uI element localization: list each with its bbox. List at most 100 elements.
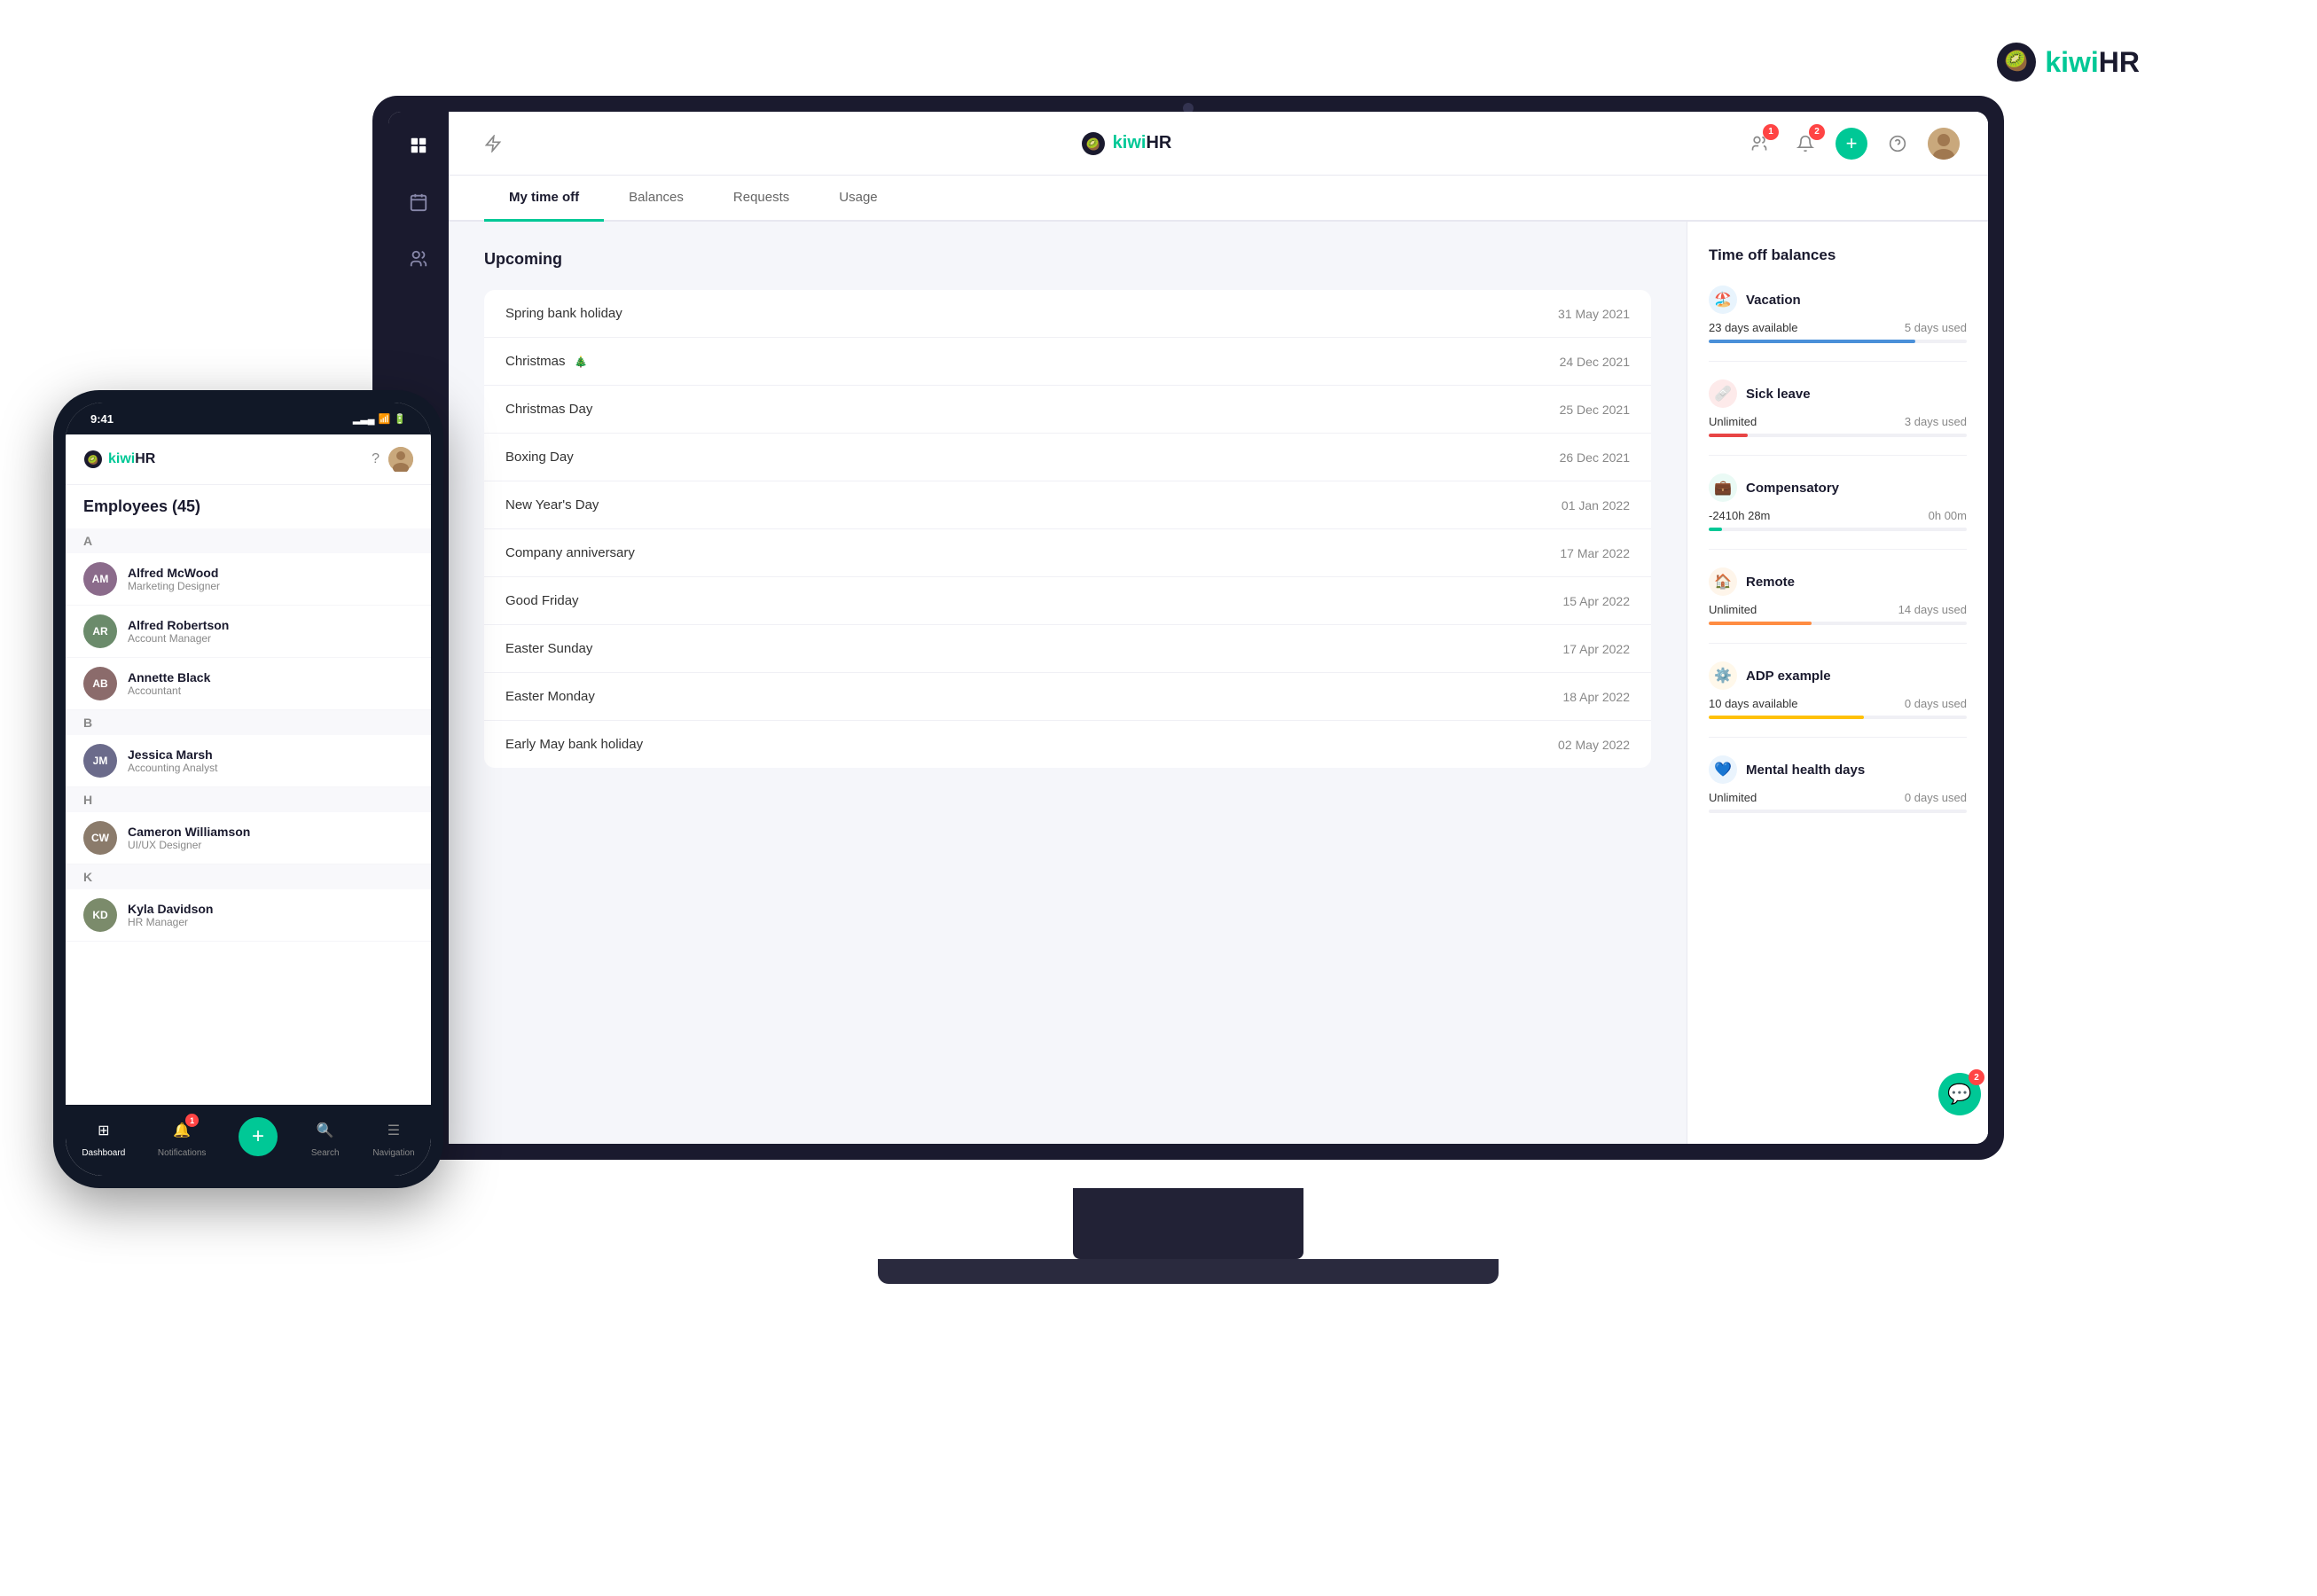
phone-header-right: ? — [372, 447, 413, 472]
tab-balances[interactable]: Balances — [604, 176, 708, 222]
phone-nav-dashboard[interactable]: ⊞ Dashboard — [82, 1115, 125, 1158]
event-name: Christmas Day — [505, 402, 592, 417]
balance-used: 0 days used — [1905, 697, 1967, 710]
list-item[interactable]: JM Jessica Marsh Accounting Analyst — [66, 735, 431, 787]
phone-user-avatar[interactable] — [388, 447, 413, 472]
battery-icon: 🔋 — [394, 413, 406, 425]
balance-items-list: 🏖️ Vacation 23 days available 5 days use… — [1709, 286, 1967, 831]
phone-bottom-navigation: ⊞ Dashboard 🔔 1 Notifications + 🔍 Search — [66, 1105, 431, 1176]
balance-progress-bar — [1709, 340, 1967, 343]
balance-bar-fill — [1709, 434, 1748, 437]
balance-progress-bar — [1709, 810, 1967, 813]
list-item: Early May bank holiday 02 May 2022 — [484, 721, 1651, 768]
main-panel: Upcoming Spring bank holiday 31 May 2021… — [449, 222, 1687, 1144]
employee-avatar: AB — [83, 667, 117, 700]
phone-employee-list: Employees (45) A AM Alfred McWood Market… — [66, 485, 431, 1105]
balance-name: Remote — [1746, 575, 1795, 590]
balance-header: 💙 Mental health days — [1709, 755, 1967, 784]
tab-my-time-off[interactable]: My time off — [484, 176, 604, 222]
list-item: Company anniversary 17 Mar 2022 — [484, 529, 1651, 577]
list-item: Good Friday 15 Apr 2022 — [484, 577, 1651, 625]
balance-available: Unlimited — [1709, 603, 1757, 616]
letter-section-h: H — [66, 787, 431, 812]
phone-help-icon[interactable]: ? — [372, 451, 380, 467]
event-date: 25 Dec 2021 — [1560, 403, 1630, 417]
event-name: Christmas 🎄 — [505, 354, 588, 369]
list-item[interactable]: CW Cameron Williamson UI/UX Designer — [66, 812, 431, 864]
employee-avatar: AM — [83, 562, 117, 596]
laptop-body: 🥝 kiwiHR — [372, 96, 2004, 1160]
balance-stats: Unlimited 14 days used — [1709, 603, 1967, 616]
header-right: 1 2 + — [1743, 128, 1960, 160]
upcoming-list: Spring bank holiday 31 May 2021 Christma… — [484, 290, 1651, 768]
list-item[interactable]: AB Annette Black Accountant — [66, 658, 431, 710]
phone-nav-add[interactable]: + — [239, 1117, 278, 1156]
event-name: New Year's Day — [505, 497, 599, 512]
event-date: 31 May 2021 — [1558, 307, 1630, 321]
balance-item: 🩹 Sick leave Unlimited 3 days used — [1709, 379, 1967, 456]
employee-avatar: AR — [83, 614, 117, 648]
balance-header: 🏠 Remote — [1709, 567, 1967, 596]
list-item: Easter Sunday 17 Apr 2022 — [484, 625, 1651, 673]
balance-type-icon: 🏠 — [1709, 567, 1737, 596]
help-icon-btn[interactable] — [1882, 128, 1914, 160]
add-button[interactable]: + — [1836, 128, 1867, 160]
event-date: 26 Dec 2021 — [1560, 450, 1630, 465]
employee-name: Alfred Robertson — [128, 618, 229, 632]
balance-progress-bar — [1709, 528, 1967, 531]
balance-header: 🏖️ Vacation — [1709, 286, 1967, 314]
kiwi-brand-icon: 🥝 — [1995, 41, 2038, 83]
employee-avatar: CW — [83, 821, 117, 855]
list-item: Boxing Day 26 Dec 2021 — [484, 434, 1651, 481]
phone-nav-navigation[interactable]: ☰ Navigation — [372, 1115, 414, 1158]
bell-icon-btn[interactable]: 2 — [1789, 128, 1821, 160]
balance-name: Mental health days — [1746, 763, 1865, 778]
balance-bar-fill — [1709, 340, 1915, 343]
upcoming-section-title: Upcoming — [484, 250, 1651, 269]
sidebar-dashboard-icon[interactable] — [403, 129, 434, 161]
svg-text:🥝: 🥝 — [88, 454, 99, 466]
signal-icon: ▂▃▄ — [353, 413, 375, 425]
phone-nav-notifications[interactable]: 🔔 1 Notifications — [158, 1115, 206, 1158]
laptop-screen: 🥝 kiwiHR — [388, 112, 1988, 1144]
balance-stats: 10 days available 0 days used — [1709, 697, 1967, 710]
balances-panel-title: Time off balances — [1709, 246, 1967, 264]
user-avatar[interactable] — [1928, 128, 1960, 160]
navigation-nav-icon: ☰ — [379, 1115, 409, 1146]
list-item[interactable]: KD Kyla Davidson HR Manager — [66, 889, 431, 942]
tab-usage[interactable]: Usage — [814, 176, 902, 222]
balance-name: Sick leave — [1746, 387, 1811, 402]
balance-available: -2410h 28m — [1709, 509, 1770, 522]
list-item[interactable]: AM Alfred McWood Marketing Designer — [66, 553, 431, 606]
balance-item: 💼 Compensatory -2410h 28m 0h 00m — [1709, 473, 1967, 550]
event-date: 01 Jan 2022 — [1562, 498, 1630, 512]
app-nav: My time off Balances Requests Usage — [449, 176, 1988, 222]
list-item[interactable]: AR Alfred Robertson Account Manager — [66, 606, 431, 658]
event-name: Easter Sunday — [505, 641, 592, 656]
laptop-stand — [1073, 1188, 1303, 1259]
lightning-icon-btn[interactable] — [477, 128, 509, 160]
search-nav-icon: 🔍 — [310, 1115, 341, 1146]
balance-type-icon: ⚙️ — [1709, 661, 1737, 690]
balance-item: ⚙️ ADP example 10 days available 0 days … — [1709, 661, 1967, 738]
employee-info: Annette Black Accountant — [128, 670, 210, 697]
header-logo: 🥝 kiwiHR — [1081, 131, 1172, 156]
balance-stats: -2410h 28m 0h 00m — [1709, 509, 1967, 522]
balance-available: 23 days available — [1709, 321, 1797, 334]
phone-body: 9:41 ▂▃▄ 📶 🔋 🥝 kiwiHR — [53, 390, 443, 1188]
employee-role: Accounting Analyst — [128, 762, 217, 774]
employee-info: Alfred Robertson Account Manager — [128, 618, 229, 645]
phone-time: 9:41 — [90, 412, 114, 426]
letter-section-a: A — [66, 528, 431, 553]
list-item: Easter Monday 18 Apr 2022 — [484, 673, 1651, 721]
balance-progress-bar — [1709, 434, 1967, 437]
event-date: 02 May 2022 — [1558, 738, 1630, 752]
chat-fab-button[interactable]: 💬 2 — [1938, 1073, 1981, 1115]
sidebar-people-icon[interactable] — [403, 243, 434, 275]
phone-nav-search[interactable]: 🔍 Search — [310, 1115, 341, 1158]
event-name: Spring bank holiday — [505, 306, 622, 321]
team-icon-btn[interactable]: 1 — [1743, 128, 1775, 160]
dashboard-nav-icon: ⊞ — [89, 1115, 119, 1146]
tab-requests[interactable]: Requests — [708, 176, 814, 222]
sidebar-calendar-icon[interactable] — [403, 186, 434, 218]
